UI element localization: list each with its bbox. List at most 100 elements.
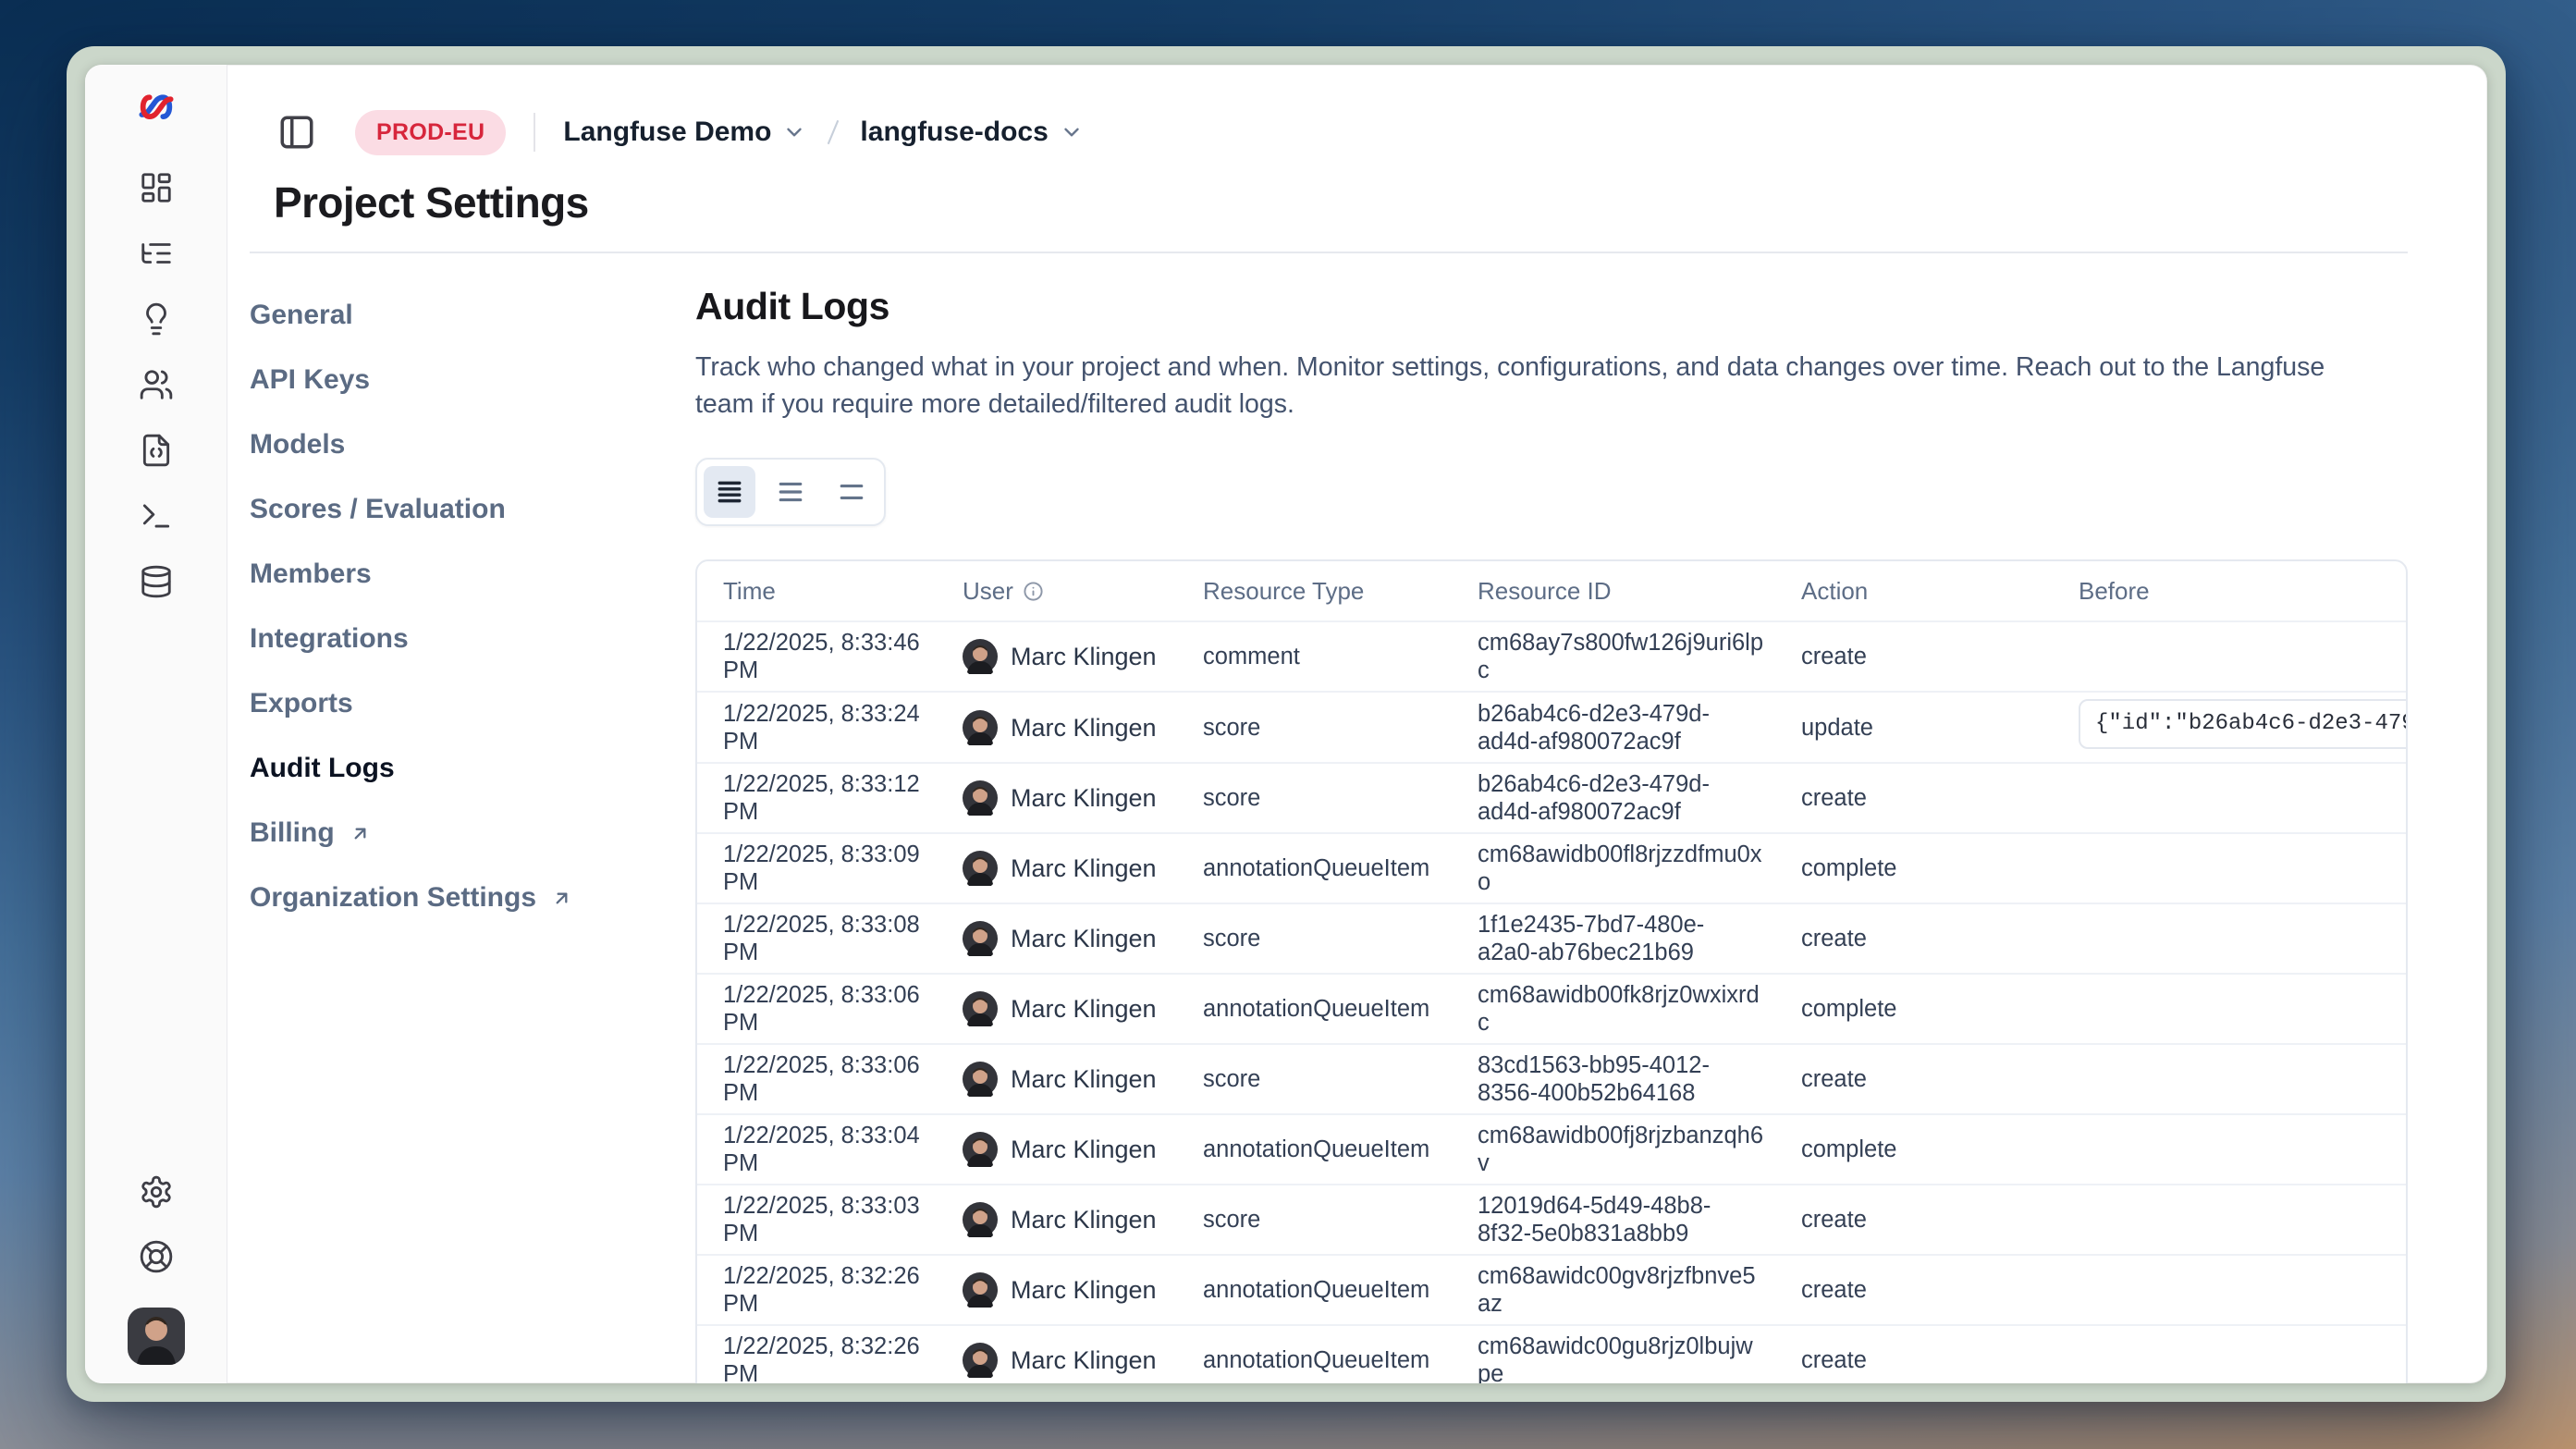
sidebar-toggle-icon[interactable] (277, 113, 316, 152)
project-selector[interactable]: langfuse-docs (860, 117, 1083, 148)
table-body: 1/22/2025, 8:33:46 PM Marc Klingen comme… (697, 620, 2406, 1383)
user-name: Marc Klingen (1011, 1065, 1157, 1093)
user-avatar (963, 710, 998, 745)
settings-nav-item-general[interactable]: General (250, 283, 695, 348)
audit-time: 1/22/2025, 8:32:26 PM (697, 1262, 963, 1318)
settings-nav-item-organization-settings[interactable]: Organization Settings (250, 866, 695, 930)
settings-gear-icon[interactable] (139, 1174, 174, 1210)
user-name: Marc Klingen (1011, 995, 1157, 1023)
audit-user: Marc Klingen (963, 639, 1203, 674)
audit-time: 1/22/2025, 8:33:46 PM (697, 629, 963, 684)
settings-nav-item-api-keys[interactable]: API Keys (250, 348, 695, 412)
external-link-icon (350, 823, 371, 844)
row-height-large-button[interactable] (826, 466, 877, 518)
project-name: langfuse-docs (860, 117, 1048, 148)
audit-resource-id: cm68awidc00gu8rjz0lbujwpe (1478, 1332, 1801, 1383)
user-name: Marc Klingen (1011, 1346, 1157, 1374)
audit-action: create (1801, 1276, 2079, 1304)
row-height-medium-button[interactable] (765, 466, 816, 518)
icon-sidebar (85, 65, 227, 1383)
org-selector[interactable]: Langfuse Demo (563, 117, 806, 148)
langfuse-logo-icon[interactable] (134, 92, 178, 124)
audit-resource-type: annotationQueueItem (1203, 1136, 1478, 1163)
lightbulb-icon[interactable] (139, 301, 174, 337)
user-avatar (963, 851, 998, 886)
users-icon[interactable] (139, 367, 174, 402)
audit-resource-type: annotationQueueItem (1203, 854, 1478, 882)
audit-user: Marc Klingen (963, 1343, 1203, 1378)
terminal-icon[interactable] (139, 498, 174, 534)
dashboard-icon[interactable] (139, 170, 174, 205)
col-header-time: Time (697, 577, 963, 606)
table-row: 1/22/2025, 8:33:09 PM Marc Klingen annot… (697, 832, 2406, 903)
settings-nav: General API Keys Models Scores / Evaluat… (250, 281, 695, 1383)
audit-user: Marc Klingen (963, 710, 1203, 745)
settings-nav-item-audit-logs[interactable]: Audit Logs (250, 736, 695, 801)
audit-user: Marc Klingen (963, 991, 1203, 1026)
audit-resource-type: comment (1203, 643, 1478, 670)
audit-resource-type: annotationQueueItem (1203, 1346, 1478, 1374)
audit-action: complete (1801, 854, 2079, 882)
user-name: Marc Klingen (1011, 1136, 1157, 1163)
audit-resource-type: score (1203, 784, 1478, 812)
audit-action: create (1801, 784, 2079, 812)
external-link-icon (551, 888, 572, 909)
user-name: Marc Klingen (1011, 1276, 1157, 1304)
audit-action: create (1801, 1065, 2079, 1093)
audit-user: Marc Klingen (963, 1202, 1203, 1237)
org-name: Langfuse Demo (563, 117, 771, 148)
database-icon[interactable] (139, 564, 174, 599)
settings-nav-item-members[interactable]: Members (250, 542, 695, 607)
trace-tree-icon[interactable] (139, 236, 174, 271)
audit-time: 1/22/2025, 8:33:04 PM (697, 1122, 963, 1177)
settings-nav-item-integrations[interactable]: Integrations (250, 607, 695, 671)
audit-resource-type: annotationQueueItem (1203, 995, 1478, 1023)
settings-nav-item-billing[interactable]: Billing (250, 801, 695, 866)
page-title: Project Settings (274, 178, 2487, 227)
user-name: Marc Klingen (1011, 784, 1157, 812)
user-avatar (963, 780, 998, 816)
user-avatar (963, 1062, 998, 1097)
audit-log-table: Time User Resource Type Resource ID Acti… (695, 559, 2408, 1383)
topbar: PROD-EU Langfuse Demo langfuse-docs (227, 65, 2487, 153)
user-avatar (963, 991, 998, 1026)
info-icon[interactable] (1023, 581, 1044, 602)
section-description: Track who changed what in your project a… (695, 349, 2387, 423)
section-title: Audit Logs (695, 285, 2408, 328)
audit-resource-id: cm68ay7s800fw126j9uri6lpc (1478, 629, 1801, 684)
chevron-down-icon (782, 120, 806, 144)
support-lifebuoy-icon[interactable] (139, 1239, 174, 1274)
table-row: 1/22/2025, 8:32:26 PM Marc Klingen annot… (697, 1324, 2406, 1383)
user-name: Marc Klingen (1011, 714, 1157, 742)
settings-nav-item-scores-evaluation[interactable]: Scores / Evaluation (250, 477, 695, 542)
user-name: Marc Klingen (1011, 643, 1157, 670)
before-json-preview: {"id":"b26ab4c6-d2e3-479d-a (2079, 699, 2408, 749)
settings-nav-item-exports[interactable]: Exports (250, 671, 695, 736)
audit-time: 1/22/2025, 8:33:09 PM (697, 841, 963, 896)
audit-resource-id: cm68awidc00gv8rjzfbnve5az (1478, 1262, 1801, 1318)
user-avatar (963, 921, 998, 956)
audit-time: 1/22/2025, 8:33:24 PM (697, 700, 963, 755)
audit-user: Marc Klingen (963, 921, 1203, 956)
audit-resource-id: 12019d64-5d49-48b8-8f32-5e0b831a8bb9 (1478, 1192, 1801, 1247)
audit-action: update (1801, 714, 2079, 742)
table-row: 1/22/2025, 8:33:06 PM Marc Klingen score… (697, 1043, 2406, 1113)
audit-time: 1/22/2025, 8:33:08 PM (697, 911, 963, 966)
user-avatar[interactable] (128, 1308, 185, 1365)
audit-resource-id: b26ab4c6-d2e3-479d-ad4d-af980072ac9f (1478, 770, 1801, 826)
file-code-icon[interactable] (139, 433, 174, 468)
topbar-divider (534, 113, 535, 152)
audit-action: create (1801, 925, 2079, 952)
table-row: 1/22/2025, 8:33:03 PM Marc Klingen score… (697, 1184, 2406, 1254)
user-avatar (963, 1272, 998, 1308)
audit-resource-id: cm68awidb00fk8rjz0wxixrdc (1478, 981, 1801, 1037)
audit-action: create (1801, 643, 2079, 670)
audit-resource-type: annotationQueueItem (1203, 1276, 1478, 1304)
col-header-before: Before (2079, 577, 2408, 606)
table-row: 1/22/2025, 8:33:24 PM Marc Klingen score… (697, 691, 2406, 762)
audit-resource-id: b26ab4c6-d2e3-479d-ad4d-af980072ac9f (1478, 700, 1801, 755)
row-height-small-button[interactable] (704, 466, 755, 518)
audit-action: complete (1801, 1136, 2079, 1163)
settings-nav-item-models[interactable]: Models (250, 412, 695, 477)
environment-badge: PROD-EU (355, 110, 506, 155)
